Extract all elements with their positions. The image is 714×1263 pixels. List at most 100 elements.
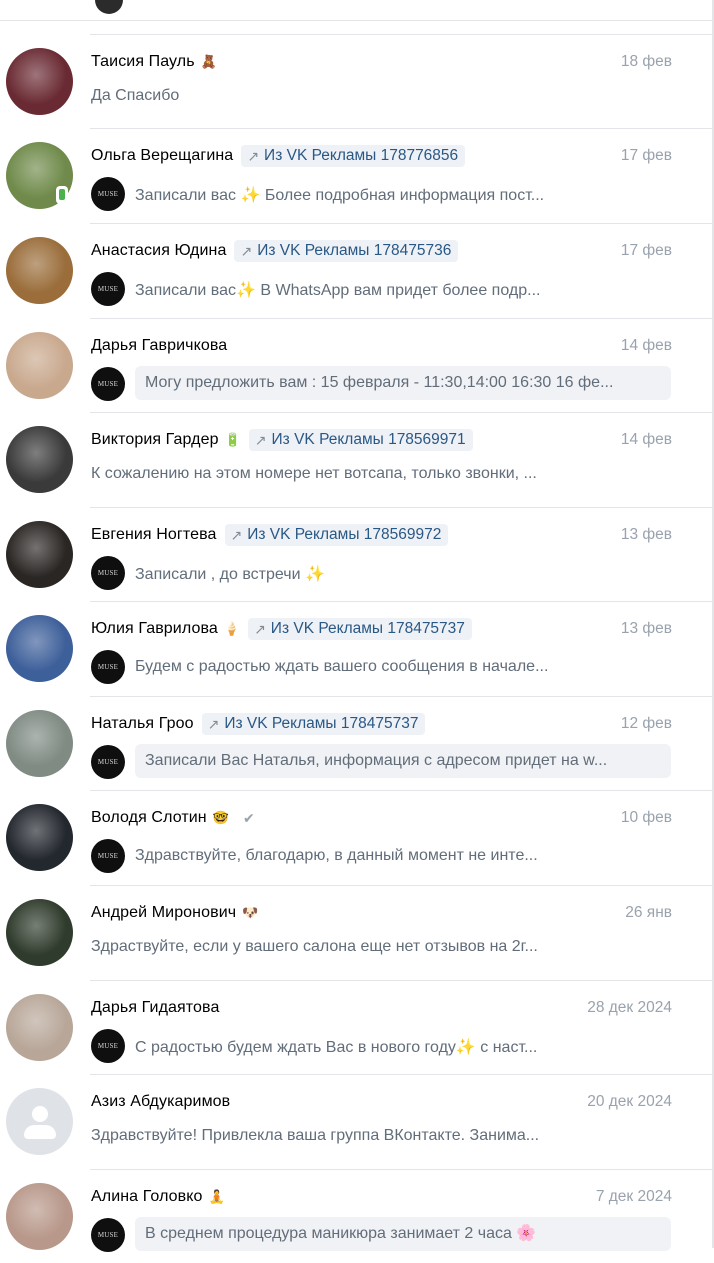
- contact-name[interactable]: Алина Головко: [91, 1188, 203, 1206]
- avatar[interactable]: [6, 237, 73, 304]
- dialog-row[interactable]: Володя Слотин 🤓 ✔ 10 фев MUSE Здравствуйте, б…: [0, 790, 712, 884]
- vk-ads-badge[interactable]: ↗ Из VK Рекламы 178569972: [224, 524, 449, 546]
- badge-label: Из VK Рекламы 178475737: [224, 715, 419, 732]
- message-preview: Здраствуйте, если у вашего салона еще не…: [91, 938, 538, 955]
- muse-avatar-icon: MUSE: [91, 556, 125, 590]
- message-date: 13 фев: [620, 526, 672, 543]
- message-date: 14 фев: [620, 431, 672, 448]
- message-preview: К сожалению на этом номере нет вотсапа, …: [91, 465, 537, 482]
- dialog-row[interactable]: Андрей Миронович 🐶 26 янв Здраствуйте, если…: [0, 885, 712, 979]
- dialog-row[interactable]: Ольга Верещагина ↗ Из VK Рекламы 178776856…: [0, 128, 712, 222]
- vk-ads-badge[interactable]: ↗ Из VK Рекламы 178776856: [241, 145, 466, 167]
- dialog-row[interactable]: Алина Головко 🧘 7 дек 2024 MUSE В среднем пр…: [0, 1169, 712, 1263]
- row-divider: [90, 1169, 712, 1170]
- contact-name[interactable]: Евгения Ногтева: [91, 526, 217, 544]
- avatar[interactable]: [6, 521, 73, 588]
- dialog-row[interactable]: Дарья Гавричкова 14 фев MUSE Могу предложит…: [0, 318, 712, 412]
- muse-avatar-icon: MUSE: [91, 1218, 125, 1252]
- contact-name[interactable]: Виктория Гардер: [91, 431, 219, 449]
- name-line: Анастасия Юдина ↗ Из VK Рекламы 178475736: [91, 240, 672, 262]
- row-divider: [90, 223, 712, 224]
- contact-name[interactable]: Володя Слотин: [91, 809, 207, 827]
- message-preview: Записали , до встречи ✨: [135, 566, 325, 583]
- contact-name[interactable]: Дарья Гидаятова: [91, 999, 219, 1017]
- message-date: 7 дек 2024: [595, 1188, 672, 1205]
- name-line: Евгения Ногтева ↗ Из VK Рекламы 178569972: [91, 524, 672, 546]
- status-emoji: 🍦: [223, 621, 241, 636]
- avatar[interactable]: [6, 332, 73, 399]
- row-divider: [90, 128, 712, 129]
- message-date: 28 дек 2024: [587, 999, 672, 1016]
- mobile-online-icon: [56, 186, 68, 204]
- status-emoji: 🧘: [208, 1189, 225, 1204]
- row-divider: [90, 696, 712, 697]
- name-line: Андрей Миронович 🐶: [91, 902, 672, 924]
- avatar[interactable]: [6, 710, 73, 777]
- avatar-placeholder-icon: [32, 1106, 48, 1122]
- dialog-row[interactable]: Таисия Пауль 🧸 18 фев Да Спасибо: [0, 34, 712, 128]
- message-date: 18 фев: [620, 53, 672, 70]
- contact-name[interactable]: Азиз Абдукаримов: [91, 1093, 230, 1111]
- message-date: 12 фев: [620, 715, 672, 732]
- dialog-row[interactable]: Дарья Гидаятова 28 дек 2024 MUSE С радостью…: [0, 980, 712, 1074]
- message-preview: Будем с радостью ждать вашего сообщения …: [135, 658, 549, 675]
- avatar[interactable]: [6, 615, 73, 682]
- avatar[interactable]: [6, 804, 73, 871]
- vk-ads-badge[interactable]: ↗ Из VK Рекламы 178475737: [201, 713, 426, 735]
- status-emoji: 🐶: [242, 905, 259, 920]
- contact-name[interactable]: Таисия Пауль: [91, 53, 195, 71]
- dialog-row[interactable]: Наталья Гроо ↗ Из VK Рекламы 178475737 12 ф…: [0, 696, 712, 790]
- row-divider: [90, 318, 712, 319]
- avatar[interactable]: [6, 994, 73, 1061]
- name-line: Ольга Верещагина ↗ Из VK Рекламы 178776856: [91, 145, 672, 167]
- message-preview: Могу предложить вам : 15 февраля - 11:30…: [135, 366, 671, 400]
- name-line: Виктория Гардер 🔋 ↗ Из VK Рекламы 178569971: [91, 429, 672, 451]
- contact-name[interactable]: Анастасия Юдина: [91, 242, 226, 260]
- name-line: Юлия Гаврилова 🍦 ↗ Из VK Рекламы 178475737: [91, 618, 672, 640]
- message-date: 10 фев: [620, 809, 672, 826]
- avatar[interactable]: [6, 1088, 73, 1155]
- arrow-icon: ↗: [254, 620, 266, 637]
- message-preview: Записали вас ✨ Более подробная информаци…: [135, 187, 545, 204]
- row-divider: [90, 601, 712, 602]
- name-line: Азиз Абдукаримов: [91, 1091, 672, 1113]
- contact-name[interactable]: Наталья Гроо: [91, 715, 194, 733]
- arrow-icon: ↗: [254, 431, 267, 448]
- badge-label: Из VK Рекламы 178776856: [264, 147, 459, 164]
- message-preview: Записали Вас Наталья, информация с адрес…: [135, 744, 671, 778]
- dialog-row[interactable]: Евгения Ногтева ↗ Из VK Рекламы 178569972 1…: [0, 507, 712, 601]
- vk-ads-badge[interactable]: ↗ Из VK Рекламы 178475737: [248, 618, 472, 640]
- contact-name[interactable]: Андрей Миронович: [91, 904, 236, 922]
- badge-label: Из VK Рекламы 178475737: [270, 620, 465, 637]
- avatar[interactable]: [6, 48, 73, 115]
- muse-avatar-icon: MUSE: [91, 745, 125, 779]
- dialog-row[interactable]: Юлия Гаврилова 🍦 ↗ Из VK Рекламы 178475737 1…: [0, 601, 712, 695]
- contact-name[interactable]: Юлия Гаврилова: [91, 620, 218, 638]
- avatar[interactable]: [6, 426, 73, 493]
- dialog-row[interactable]: Анастасия Юдина ↗ Из VK Рекламы 178475736 1…: [0, 223, 712, 317]
- avatar[interactable]: [6, 899, 73, 966]
- avatar[interactable]: [6, 1183, 73, 1250]
- dialog-row[interactable]: Азиз Абдукаримов 20 дек 2024 Здравствуйте!…: [0, 1074, 712, 1168]
- muse-avatar-icon: MUSE: [91, 839, 125, 873]
- status-emoji: 🔋: [224, 432, 241, 447]
- name-line: Алина Головко 🧘: [91, 1186, 672, 1208]
- contact-name[interactable]: Ольга Верещагина: [91, 147, 233, 165]
- vk-ads-badge[interactable]: ↗ Из VK Рекламы 178475736: [234, 240, 459, 262]
- vk-ads-badge[interactable]: ↗ Из VK Рекламы 178569971: [248, 429, 473, 451]
- dialog-row[interactable]: Виктория Гардер 🔋 ↗ Из VK Рекламы 178569971…: [0, 412, 712, 506]
- arrow-icon: ↗: [230, 526, 243, 543]
- row-divider: [90, 790, 712, 791]
- previous-row-edge: [0, 0, 714, 21]
- badge-label: Из VK Рекламы 178475736: [257, 242, 452, 259]
- message-date: 13 фев: [620, 620, 672, 637]
- row-divider: [90, 1074, 712, 1075]
- status-emoji: 🧸: [200, 54, 217, 69]
- name-line: Дарья Гавричкова: [91, 335, 672, 357]
- arrow-icon: ↗: [247, 147, 260, 164]
- row-divider: [90, 34, 712, 35]
- message-preview: С радостью будем ждать Вас в нового году…: [135, 1039, 538, 1056]
- contact-name[interactable]: Дарья Гавричкова: [91, 337, 227, 355]
- arrow-icon: ↗: [207, 715, 220, 732]
- muse-avatar-icon: MUSE: [91, 367, 125, 401]
